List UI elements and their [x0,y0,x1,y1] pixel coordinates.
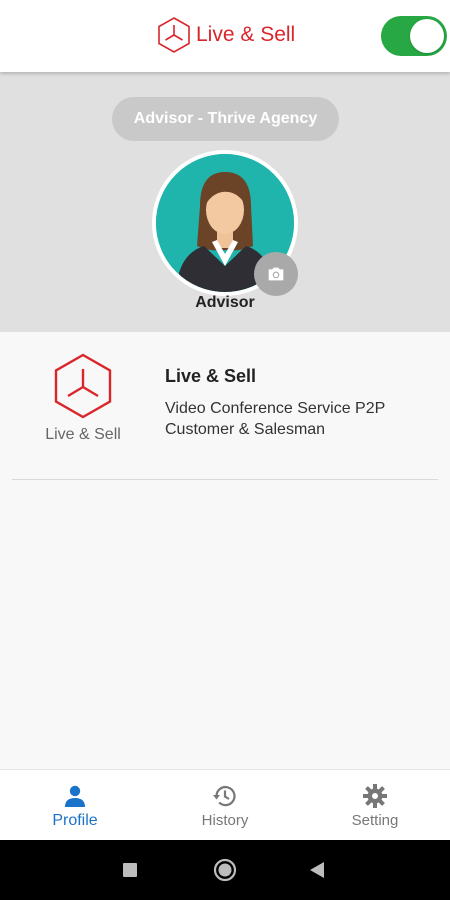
status-toggle[interactable] [381,16,447,56]
app-title: Live & Sell [165,366,257,386]
recent-apps-icon[interactable] [122,862,138,878]
gear-icon [363,784,387,808]
history-icon [213,786,236,807]
person-icon [65,785,85,807]
profile-name: Advisor [195,294,255,311]
nav-label-setting: Setting [351,812,399,829]
app-logo: Live & Sell [40,352,126,444]
app-info-section: Live & Sell Live & Sell Video Conference… [0,332,450,769]
nav-label-profile: Profile [52,812,98,829]
app-header: Live & Sell [0,0,450,72]
app-logo-label: Live & Sell [45,426,121,443]
brand: Live & Sell [156,16,295,54]
change-photo-button[interactable] [254,252,298,296]
profile-header: Advisor - Thrive Agency Advisor [0,72,450,332]
home-icon[interactable] [213,858,237,882]
back-icon[interactable] [309,861,325,879]
nav-label-history: History [201,812,249,829]
tri-hexagon-logo-icon [158,17,190,53]
app-description: Video Conference Service P2P Customer & … [165,400,385,438]
tri-hexagon-logo-icon [54,353,112,419]
camera-icon [268,267,284,281]
bottom-navigation: Profile History Setting [0,769,450,840]
divider [12,479,438,480]
nav-item-history[interactable]: History [150,770,300,840]
nav-item-profile[interactable]: Profile [0,770,150,840]
nav-item-setting[interactable]: Setting [300,770,450,840]
role-badge: Advisor - Thrive Agency [112,97,339,141]
brand-title: Live & Sell [196,23,296,46]
toggle-knob [410,19,444,53]
system-navigation-bar [0,840,450,900]
